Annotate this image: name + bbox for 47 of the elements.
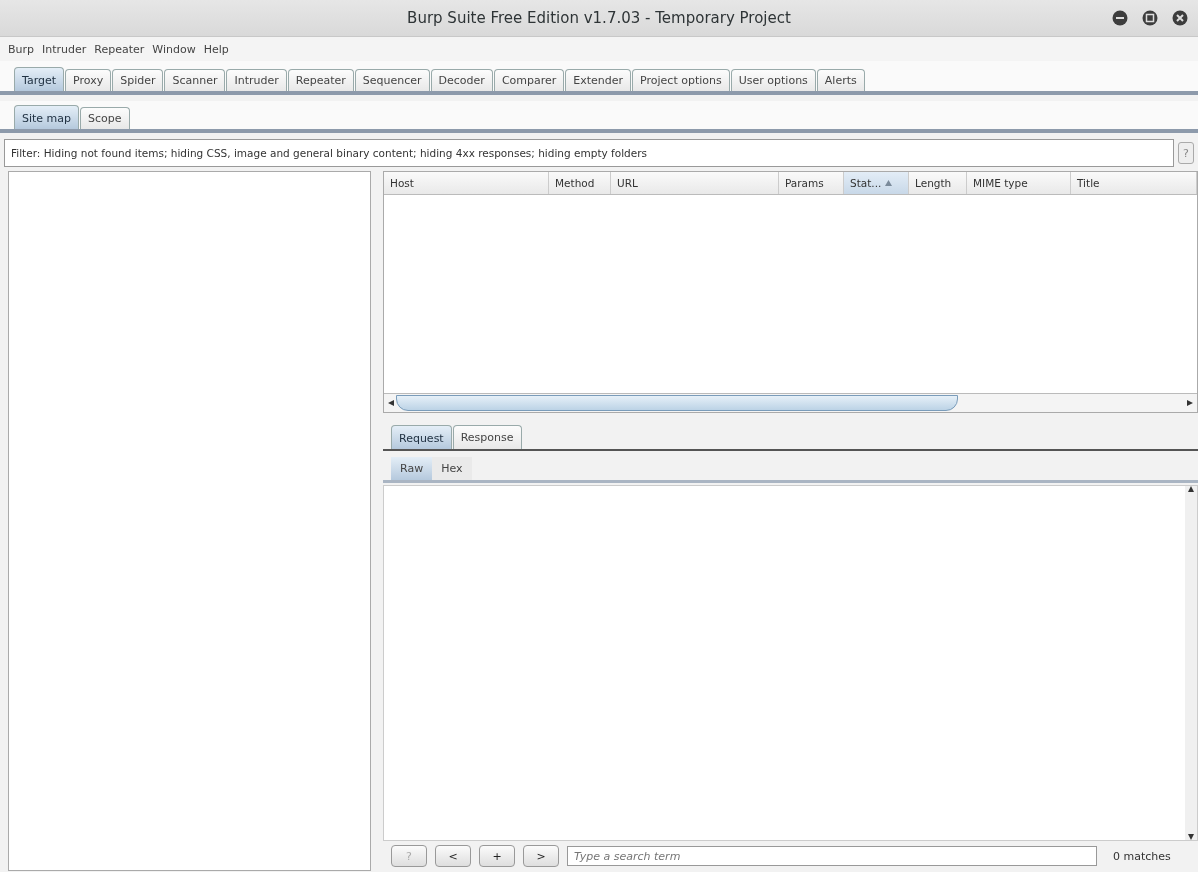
tab[interactable]: Spider <box>112 69 164 91</box>
tab[interactable]: Comparer <box>493 69 565 91</box>
tab[interactable]: Intruder <box>226 69 287 91</box>
column-header[interactable]: Title <box>1071 172 1197 194</box>
tab[interactable]: Project options <box>632 69 730 91</box>
tab[interactable]: Response <box>452 425 522 449</box>
maximize-icon[interactable] <box>1142 10 1158 26</box>
sort-up-icon <box>885 180 893 186</box>
column-header[interactable]: MIME type <box>967 172 1071 194</box>
tab[interactable]: Scanner <box>164 69 226 91</box>
tab[interactable]: Sequencer <box>354 69 430 91</box>
menu-item[interactable]: Window <box>152 42 196 56</box>
search-field[interactable]: Type a search term <box>567 846 1097 866</box>
column-header[interactable]: URL <box>611 172 779 194</box>
minimize-icon[interactable] <box>1112 10 1128 26</box>
tab[interactable]: Raw <box>391 457 433 480</box>
close-icon[interactable] <box>1172 10 1188 26</box>
tab[interactable]: Alerts <box>816 69 865 91</box>
search-nav-button[interactable]: + <box>479 845 515 867</box>
search-nav-button[interactable]: > <box>523 845 559 867</box>
window-title: Burp Suite Free Edition v1.7.03 - Temporary Project <box>407 9 791 27</box>
menu-item[interactable]: Burp <box>8 42 35 56</box>
tab[interactable]: Repeater <box>287 69 354 91</box>
right-arrow-icon[interactable] <box>1187 400 1193 406</box>
tab[interactable]: Hex <box>432 457 472 480</box>
filter-bar[interactable]: Filter: Hiding not found items; hiding CSS, image and general binary content; hiding 4xx responses; hiding empty folders <box>4 139 1174 167</box>
tab[interactable]: Request <box>391 425 452 449</box>
menu-item[interactable]: Help <box>203 42 229 56</box>
tab[interactable]: Scope <box>80 107 130 129</box>
column-header[interactable]: Host <box>384 172 549 194</box>
left-arrow-icon[interactable] <box>388 400 394 406</box>
scrollbar-thumb[interactable] <box>396 395 958 411</box>
column-header[interactable]: Method <box>549 172 611 194</box>
menu-item[interactable]: Repeater <box>94 42 145 56</box>
tab[interactable]: Proxy <box>65 69 112 91</box>
column-header[interactable]: Stat... <box>844 172 909 194</box>
down-arrow-icon[interactable] <box>1188 834 1194 840</box>
tab[interactable]: User options <box>730 69 816 91</box>
tab[interactable]: Extender <box>565 69 632 91</box>
search-nav-button[interactable]: < <box>435 845 471 867</box>
up-arrow-icon[interactable] <box>1188 486 1194 492</box>
tab[interactable]: Target <box>14 67 65 91</box>
column-header[interactable]: Length <box>909 172 967 194</box>
tab[interactable]: Decoder <box>430 69 493 91</box>
match-count: 0 matches <box>1113 849 1171 863</box>
tab[interactable]: Site map <box>14 105 80 129</box>
menu-item[interactable]: Intruder <box>42 42 87 56</box>
